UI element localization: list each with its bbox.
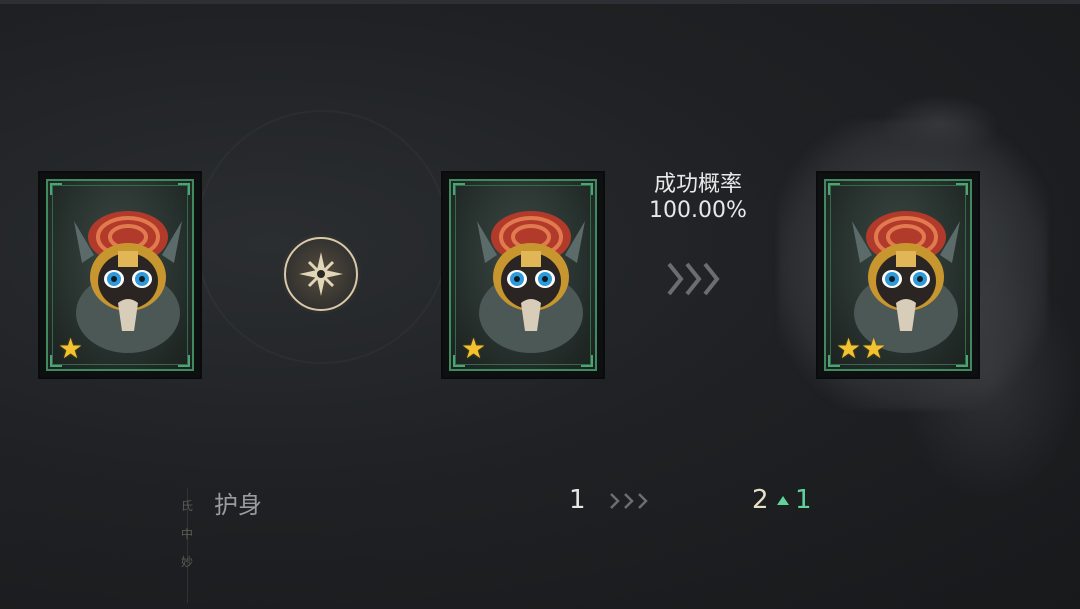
side-calligraphy: 氏中妙 — [180, 499, 193, 569]
cat-portrait-icon — [852, 211, 960, 353]
star-icon: ★ — [58, 332, 84, 365]
source-card-2[interactable]: ★ — [443, 173, 603, 377]
star-icon: ★★ — [836, 332, 887, 365]
chevrons-right-icon — [667, 262, 720, 296]
chevrons-right-icon — [610, 493, 648, 509]
stat-from-value: 1 — [569, 485, 586, 515]
card-frame: ★★ — [824, 179, 972, 371]
success-probability: 成功概率 100.00% — [630, 172, 766, 224]
cat-portrait-icon — [74, 211, 182, 353]
top-bar — [0, 0, 1080, 4]
rune-compass-button[interactable] — [281, 234, 361, 314]
cat-portrait-icon — [477, 211, 585, 353]
star-rating: ★ — [461, 335, 486, 363]
star-rating: ★★ — [836, 335, 886, 363]
success-label: 成功概率 — [653, 172, 742, 197]
source-card-1[interactable]: ★ — [40, 173, 200, 377]
up-arrow-icon — [777, 496, 789, 505]
success-value: 100.00% — [649, 198, 747, 223]
star-rating: ★ — [58, 335, 83, 363]
rune-compass-icon — [299, 252, 343, 296]
stat-name: 护身 — [214, 491, 262, 519]
star-icon: ★ — [461, 332, 487, 365]
stat-to-value: 2 — [752, 485, 769, 515]
card-frame: ★ — [46, 179, 194, 371]
card-frame: ★ — [449, 179, 597, 371]
stat-delta-value: 1 — [795, 485, 812, 515]
result-card[interactable]: ★★ — [818, 173, 978, 377]
